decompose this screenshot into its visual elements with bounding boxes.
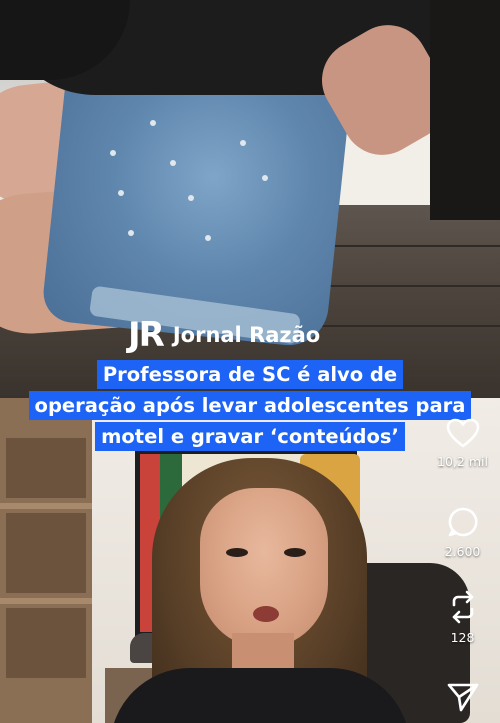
- brand-name: Jornal Razão: [172, 323, 321, 347]
- person-face: [200, 488, 328, 648]
- comment-count: 2.600: [444, 544, 481, 559]
- repost-button[interactable]: 128: [425, 590, 500, 645]
- like-button[interactable]: 10,2 mil: [425, 418, 500, 469]
- comment-icon: [448, 507, 478, 537]
- send-icon: [447, 683, 478, 712]
- headline-line-2: operação após levar adolescentes para: [28, 391, 472, 420]
- brand-logo: JR Jornal Razão: [128, 318, 320, 352]
- like-count: 10,2 mil: [437, 454, 488, 469]
- headline-line-3: motel e gravar ‘conteúdos’: [95, 422, 405, 451]
- comment-button[interactable]: 2.600: [425, 506, 500, 559]
- brand-mark: JR: [128, 315, 165, 355]
- repost-count: 128: [450, 630, 475, 645]
- repost-icon: [452, 590, 473, 624]
- share-button[interactable]: [425, 682, 500, 712]
- heart-icon: [446, 418, 479, 448]
- headline-line-1: Professora de SC é alvo de: [96, 360, 404, 389]
- reel-frame[interactable]: JR Jornal Razão Professora de SC é alvo …: [0, 0, 500, 723]
